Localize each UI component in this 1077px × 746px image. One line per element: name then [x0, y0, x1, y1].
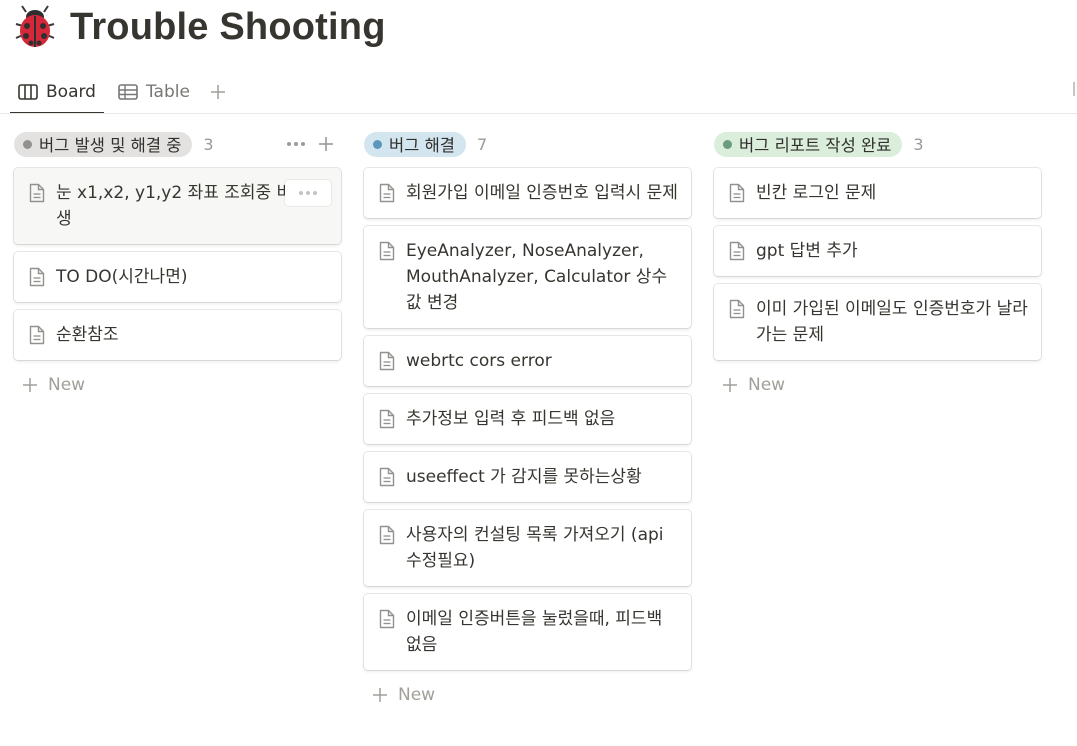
card-title: 사용자의 컨설팅 목록 가져오기 (api수정필요) — [406, 525, 664, 571]
page-icon — [379, 409, 395, 429]
card-title: 회원가입 이메일 인증번호 입력시 문제 — [406, 183, 678, 203]
table-icon — [118, 84, 138, 100]
card-title: 순환참조 — [56, 325, 119, 345]
ladybug-icon[interactable] — [12, 4, 58, 50]
column-title: 버그 리포트 작성 완료 — [739, 136, 892, 155]
column-count: 7 — [476, 134, 488, 154]
card-title: webrtc cors error — [406, 351, 552, 371]
board-column-report-done: 버그 리포트 작성 완료 3 빈칸 로그인 문제 gpt 답변 추가 이미 가입… — [714, 130, 1041, 402]
page-icon — [29, 267, 45, 287]
board-column-in-progress: 버그 발생 및 해결 중 3 눈 x1,x2, y1,y2 좌표 조회중 버그 … — [14, 130, 341, 402]
page-icon — [29, 183, 45, 203]
board-card[interactable]: 회원가입 이메일 인증번호 입력시 문제 — [364, 168, 691, 218]
card-title: 이메일 인증버튼을 눌렀을때, 피드백 없음 — [406, 609, 663, 655]
card-title: useeffect 가 감지를 못하는상황 — [406, 467, 642, 487]
board-card[interactable]: 이메일 인증버튼을 눌렀을때, 피드백 없음 — [364, 594, 691, 670]
board-card[interactable]: 순환참조 — [14, 310, 341, 360]
column-title: 버그 발생 및 해결 중 — [39, 136, 182, 155]
board-card[interactable]: EyeAnalyzer, NoseAnalyzer, MouthAnalyzer… — [364, 226, 691, 328]
new-card-label: New — [48, 375, 86, 395]
page-icon — [729, 241, 745, 261]
board-card[interactable]: gpt 답변 추가 — [714, 226, 1041, 276]
card-more-button[interactable] — [285, 180, 331, 206]
page-icon — [379, 609, 395, 629]
board-card[interactable]: webrtc cors error — [364, 336, 691, 386]
card-title: 빈칸 로그인 문제 — [756, 183, 877, 203]
board-card[interactable]: 추가정보 입력 후 피드백 없음 — [364, 394, 691, 444]
plus-icon — [210, 85, 225, 99]
board-card[interactable]: TO DO(시간나면) — [14, 252, 341, 302]
status-pill[interactable]: 버그 발생 및 해결 중 — [14, 131, 193, 157]
tab-board[interactable]: Board — [10, 74, 104, 114]
status-dot — [373, 139, 382, 149]
new-card-label: New — [398, 685, 436, 705]
tab-table[interactable]: Table — [110, 74, 198, 110]
plus-icon — [723, 378, 737, 392]
board-card[interactable]: 이미 가입된 이메일도 인증번호가 날라가는 문제 — [714, 284, 1041, 360]
card-title: 추가정보 입력 후 피드백 없음 — [406, 409, 616, 429]
plus-icon — [319, 137, 333, 151]
column-count: 3 — [913, 134, 924, 154]
board-card[interactable]: 눈 x1,x2, y1,y2 좌표 조회중 버그 발생 — [14, 168, 341, 244]
card-title: TO DO(시간나면) — [56, 267, 188, 287]
status-dot — [723, 139, 732, 149]
plus-icon — [23, 378, 37, 392]
page-header: Trouble Shooting — [12, 2, 386, 52]
card-title: EyeAnalyzer, NoseAnalyzer, MouthAnalyzer… — [406, 241, 668, 313]
board-column-resolved: 버그 해결 7 회원가입 이메일 인증번호 입력시 문제 EyeAnalyzer… — [364, 130, 691, 712]
add-view-button[interactable] — [206, 80, 230, 104]
board-card[interactable]: useeffect 가 감지를 못하는상황 — [364, 452, 691, 502]
board-icon — [18, 84, 38, 100]
status-dot — [23, 139, 32, 149]
new-card-label: New — [748, 375, 786, 395]
page-icon — [29, 325, 45, 345]
page-icon — [379, 183, 395, 203]
page-icon — [379, 525, 395, 545]
column-title: 버그 해결 — [389, 136, 455, 155]
page-icon — [379, 467, 395, 487]
page-icon — [729, 299, 745, 319]
card-title: gpt 답변 추가 — [756, 241, 858, 261]
plus-icon — [373, 688, 387, 702]
page-icon — [379, 351, 395, 371]
new-card-button[interactable]: New — [364, 678, 691, 712]
card-title: 이미 가입된 이메일도 인증번호가 날라가는 문제 — [756, 299, 1028, 345]
scrollbar-edge[interactable] — [1073, 82, 1075, 96]
ellipsis-icon — [287, 142, 305, 146]
board-card[interactable]: 빈칸 로그인 문제 — [714, 168, 1041, 218]
new-card-button[interactable]: New — [14, 368, 341, 402]
column-count: 3 — [203, 134, 214, 154]
add-card-button[interactable] — [311, 136, 341, 152]
column-header: 버그 해결 7 — [364, 130, 691, 158]
view-tabs: Board Table — [10, 72, 230, 114]
column-actions — [281, 136, 341, 152]
page-icon — [379, 241, 395, 261]
notion-database-page: Trouble Shooting Board Table 버그 발생 및 해결 … — [0, 0, 1077, 746]
column-header: 버그 발생 및 해결 중 3 — [14, 130, 341, 158]
page-title[interactable]: Trouble Shooting — [70, 6, 386, 49]
column-header: 버그 리포트 작성 완료 3 — [714, 130, 1041, 158]
tabs-divider — [0, 113, 1077, 114]
board-card[interactable]: 사용자의 컨설팅 목록 가져오기 (api수정필요) — [364, 510, 691, 586]
page-icon — [729, 183, 745, 203]
status-pill[interactable]: 버그 해결 — [364, 131, 466, 157]
more-options-button[interactable] — [281, 141, 311, 147]
tab-table-label: Table — [145, 82, 190, 102]
status-pill[interactable]: 버그 리포트 작성 완료 — [714, 131, 903, 157]
tab-board-label: Board — [46, 82, 96, 102]
ellipsis-icon — [299, 191, 317, 195]
new-card-button[interactable]: New — [714, 368, 1041, 402]
